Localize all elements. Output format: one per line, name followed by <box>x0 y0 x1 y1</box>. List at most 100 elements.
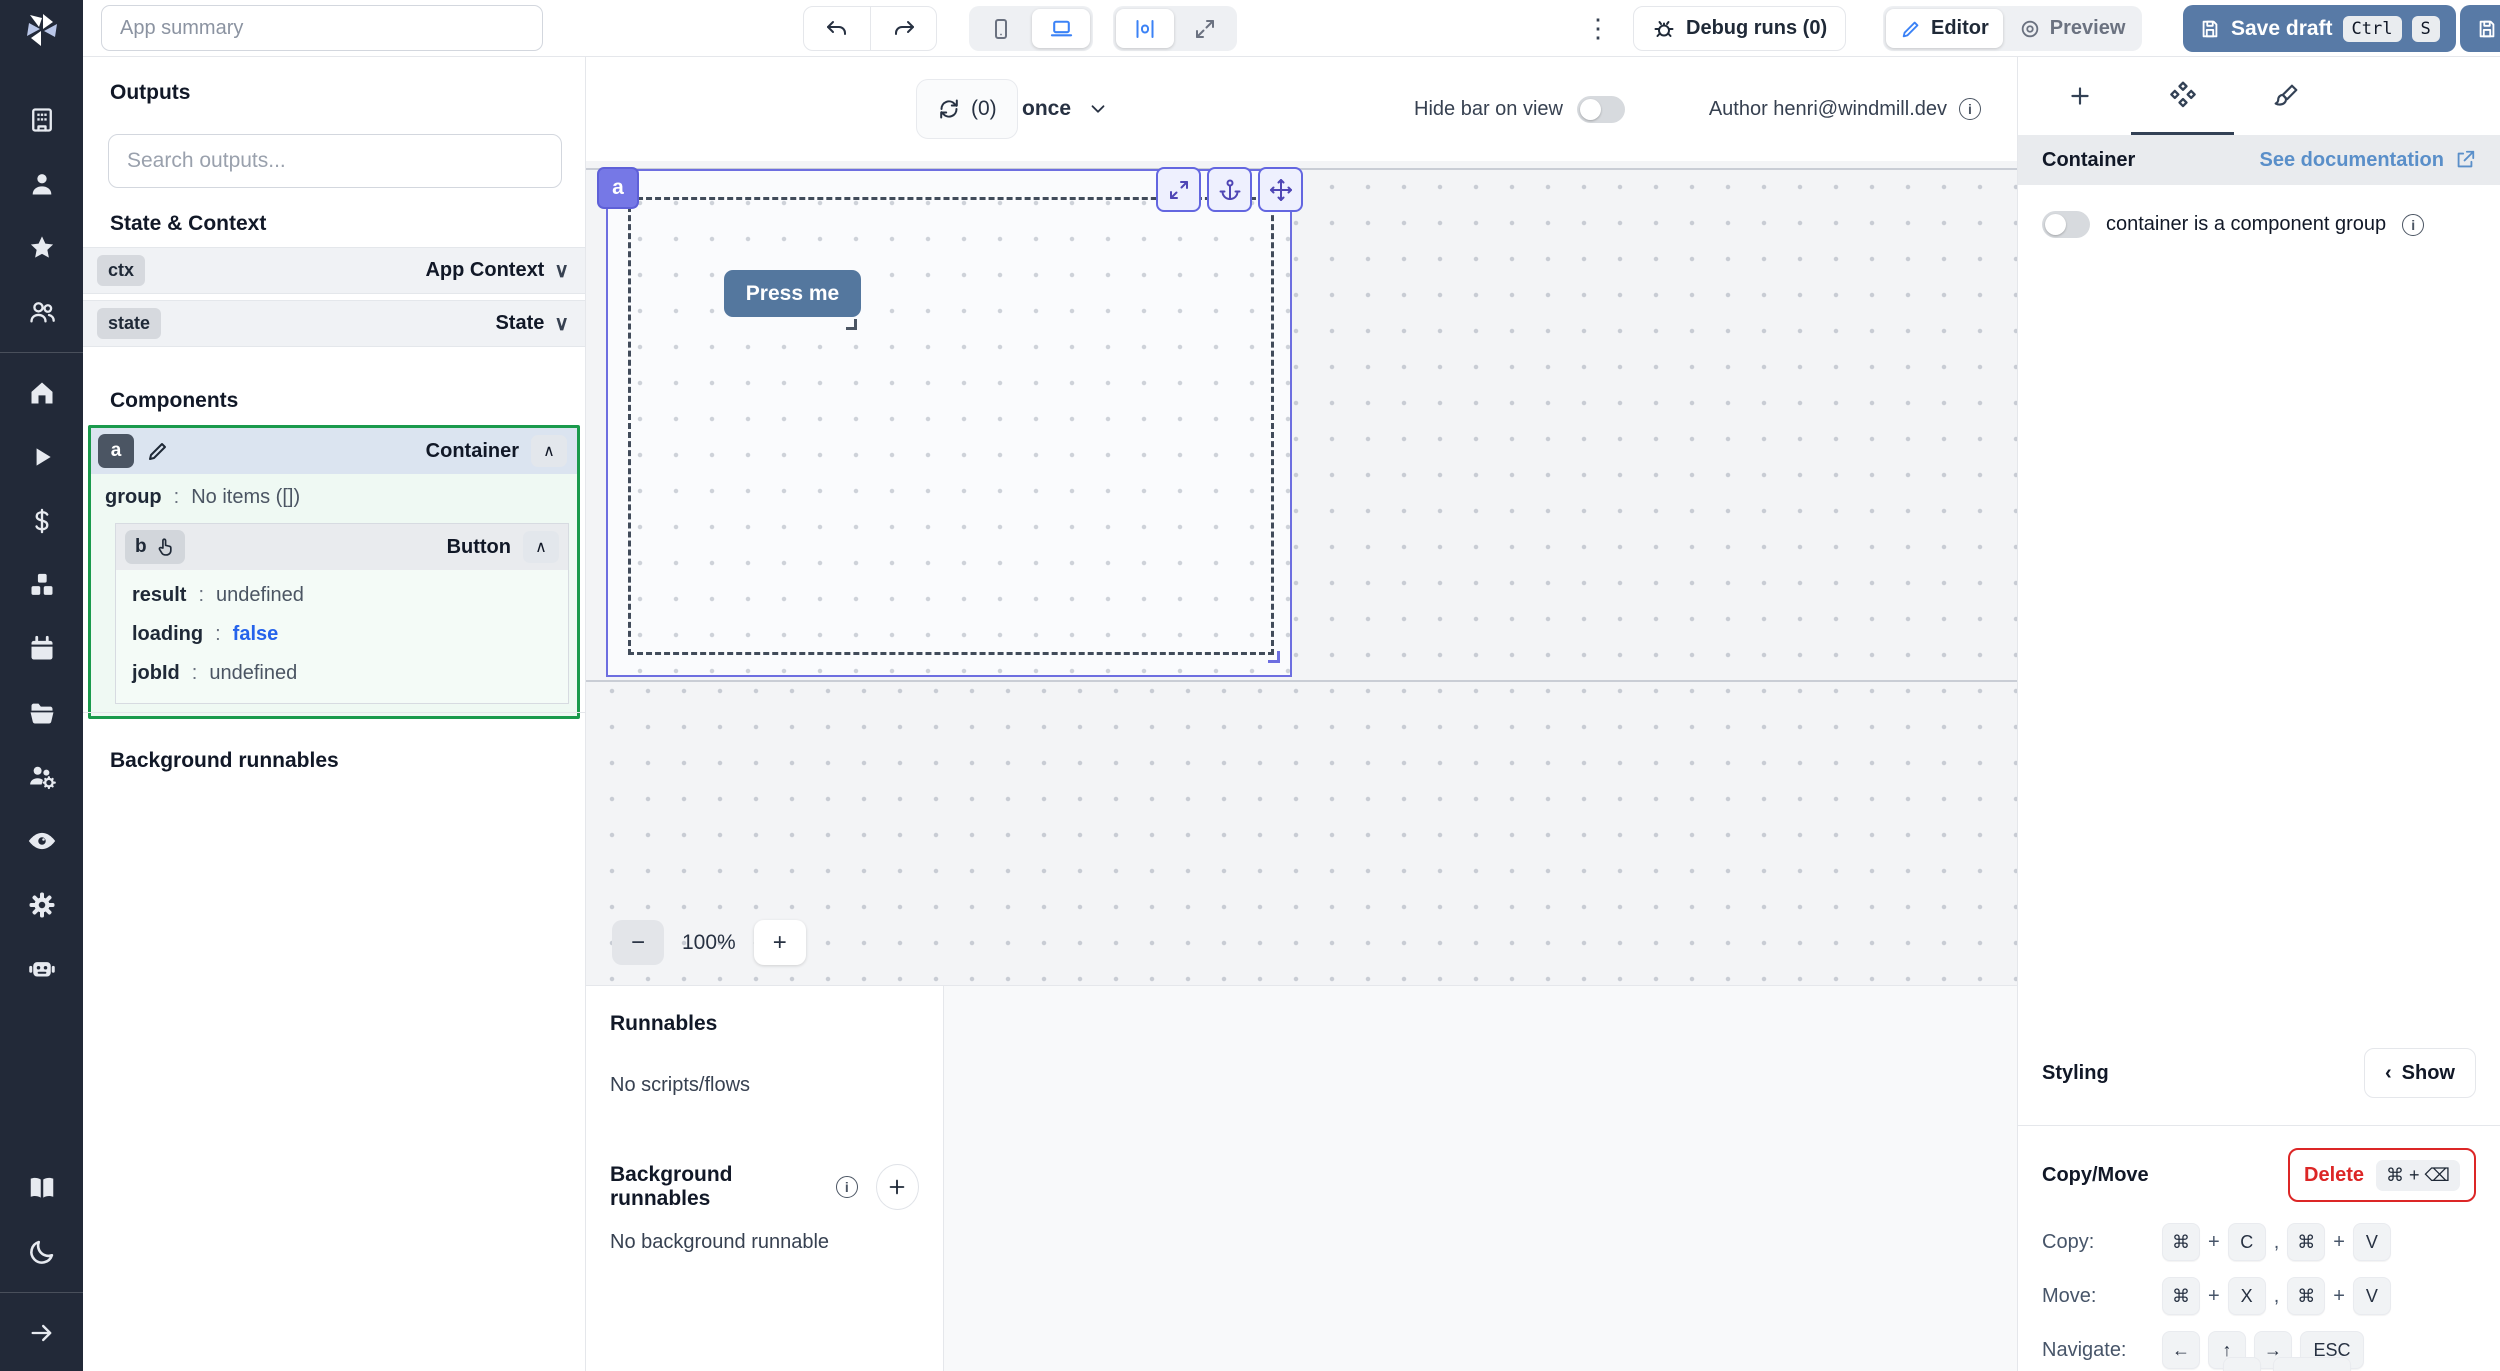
container-resize-handle[interactable] <box>1268 651 1280 663</box>
state-context-title: State & Context <box>110 212 266 236</box>
container-group-prop: group : No items ([]) <box>91 474 577 523</box>
info-icon[interactable]: i <box>836 1176 858 1198</box>
anchor-handle-icon[interactable] <box>1207 167 1252 212</box>
ai-robot-icon[interactable] <box>0 937 83 1001</box>
author-label: Author henri@windmill.dev <box>1709 98 1947 121</box>
container-selection-dashed <box>628 197 1274 655</box>
press-me-button[interactable]: Press me <box>724 270 861 317</box>
save-draft-button[interactable]: Save draft Ctrl S <box>2183 5 2456 52</box>
chevron-left-icon: ‹ <box>2385 1062 2392 1085</box>
prop-loading: loading : false <box>116 615 568 654</box>
background-runnables-heading: Background runnables <box>610 1163 824 1211</box>
desktop-view-button[interactable] <box>1032 9 1090 48</box>
cmd-keycap: ⌘ <box>2162 1277 2200 1315</box>
styling-title: Styling <box>2042 1062 2109 1085</box>
container-component[interactable]: a Press me <box>606 169 1292 677</box>
chevron-down-icon[interactable]: ∨ <box>554 258 569 283</box>
chevron-down-icon <box>1087 98 1109 120</box>
docs-book-icon[interactable] <box>0 1156 83 1220</box>
zoom-out-button[interactable]: − <box>612 920 664 965</box>
delete-shortcut-chip: ⌘ + ⌫ <box>2376 1160 2460 1191</box>
canvas-toolbar: (0) once Hide bar on view Author henri@w… <box>586 57 2017 161</box>
more-menu-button[interactable]: ⋮ <box>1583 8 1613 48</box>
tab-component-settings[interactable] <box>2131 57 2234 135</box>
container-drag-badge[interactable]: a <box>597 167 639 209</box>
layout-toggle-group <box>1113 6 1237 51</box>
add-background-runnable-button[interactable] <box>876 1164 919 1210</box>
move-shortcut-row: Move: ⌘ + X , ⌘ + V <box>2042 1276 2391 1316</box>
audit-eye-icon[interactable] <box>0 809 83 873</box>
users-icon[interactable] <box>0 280 83 344</box>
dark-mode-moon-icon[interactable] <box>0 1220 83 1284</box>
collapse-container-button[interactable]: ∧ <box>531 435 567 467</box>
editor-tab[interactable]: Editor <box>1886 9 2003 48</box>
redo-button[interactable] <box>870 7 936 50</box>
variables-dollar-icon[interactable] <box>0 489 83 553</box>
resources-cubes-icon[interactable] <box>0 553 83 617</box>
tab-styling-brush[interactable] <box>2234 57 2337 135</box>
partial-keycap <box>2273 1357 2351 1371</box>
edit-pencil-icon[interactable] <box>146 439 170 463</box>
tab-insert-component[interactable] <box>2028 57 2131 135</box>
button-id-badge[interactable]: b <box>125 530 185 564</box>
container-component-header[interactable]: a Container ∧ <box>91 428 577 474</box>
canvas-grid[interactable]: a Press me − 100% + <box>586 161 2017 985</box>
left-arrow-keycap: ← <box>2162 1331 2200 1369</box>
move-handle-icon[interactable] <box>1258 167 1303 212</box>
container-component-outline: a Container ∧ group : No items ([]) b Bu… <box>88 425 580 719</box>
zoom-in-button[interactable]: + <box>754 920 806 965</box>
container-handles <box>1156 167 1303 212</box>
save-icon <box>2199 18 2221 40</box>
info-icon[interactable]: i <box>1959 98 1981 120</box>
deploy-button[interactable]: Deploy <box>2460 5 2500 52</box>
copy-move-title: Copy/Move <box>2042 1164 2149 1187</box>
component-group-toggle[interactable] <box>2042 211 2090 238</box>
collapse-button-button[interactable]: ∧ <box>523 531 559 563</box>
windmill-logo[interactable] <box>0 0 83 60</box>
search-outputs-input[interactable] <box>108 134 562 188</box>
undo-button[interactable] <box>804 7 870 50</box>
partial-keycap <box>2223 1357 2261 1371</box>
schedules-calendar-icon[interactable] <box>0 617 83 681</box>
right-panel-divider <box>2018 1125 2500 1126</box>
button-resize-handle[interactable] <box>846 319 857 330</box>
app-summary-input[interactable] <box>101 5 543 51</box>
schedule-dropdown[interactable]: once <box>1022 79 1109 139</box>
see-documentation-link[interactable]: See documentation <box>2260 149 2476 172</box>
prop-result: result : undefined <box>116 576 568 615</box>
star-icon[interactable] <box>0 216 83 280</box>
info-icon[interactable]: i <box>2402 214 2424 236</box>
hide-bar-toggle[interactable] <box>1577 96 1625 123</box>
runs-play-icon[interactable] <box>0 425 83 489</box>
workspace-icon[interactable] <box>0 88 83 152</box>
center-layout-button[interactable] <box>1116 9 1174 48</box>
prop-jobid: jobId : undefined <box>116 654 568 693</box>
ctx-row[interactable]: ctx App Context ∨ <box>83 247 585 294</box>
app-canvas: (0) once Hide bar on view Author henri@w… <box>586 57 2017 985</box>
chevron-down-icon[interactable]: ∨ <box>554 311 569 336</box>
user-icon[interactable] <box>0 152 83 216</box>
debug-runs-button[interactable]: Debug runs (0) <box>1633 6 1846 51</box>
home-icon[interactable] <box>0 361 83 425</box>
fullscreen-layout-button[interactable] <box>1176 9 1234 48</box>
runnables-title: Runnables <box>610 1012 919 1036</box>
copy-shortcut-row: Copy: ⌘ + C , ⌘ + V <box>2042 1222 2391 1262</box>
preview-tab[interactable]: Preview <box>2005 9 2140 48</box>
show-styling-button[interactable]: ‹ Show <box>2364 1048 2476 1098</box>
hide-bar-label: Hide bar on view <box>1414 98 1563 121</box>
runnables-empty-text: No scripts/flows <box>610 1074 919 1097</box>
runnables-panel: Runnables No scripts/flows Background ru… <box>586 986 944 1371</box>
collapse-arrow-icon[interactable] <box>0 1301 83 1365</box>
container-id-badge[interactable]: a <box>98 434 134 468</box>
refresh-button[interactable]: (0) <box>916 79 1018 139</box>
button-component-header[interactable]: b Button ∧ <box>116 524 568 570</box>
delete-component-button[interactable]: Delete ⌘ + ⌫ <box>2288 1148 2476 1202</box>
components-title: Components <box>110 389 238 413</box>
mobile-view-button[interactable] <box>972 9 1030 48</box>
expand-handle-icon[interactable] <box>1156 167 1201 212</box>
settings-gear-icon[interactable] <box>0 873 83 937</box>
state-row[interactable]: state State ∨ <box>83 300 585 347</box>
bug-icon <box>1652 17 1676 41</box>
groups-settings-icon[interactable] <box>0 745 83 809</box>
folders-icon[interactable] <box>0 681 83 745</box>
